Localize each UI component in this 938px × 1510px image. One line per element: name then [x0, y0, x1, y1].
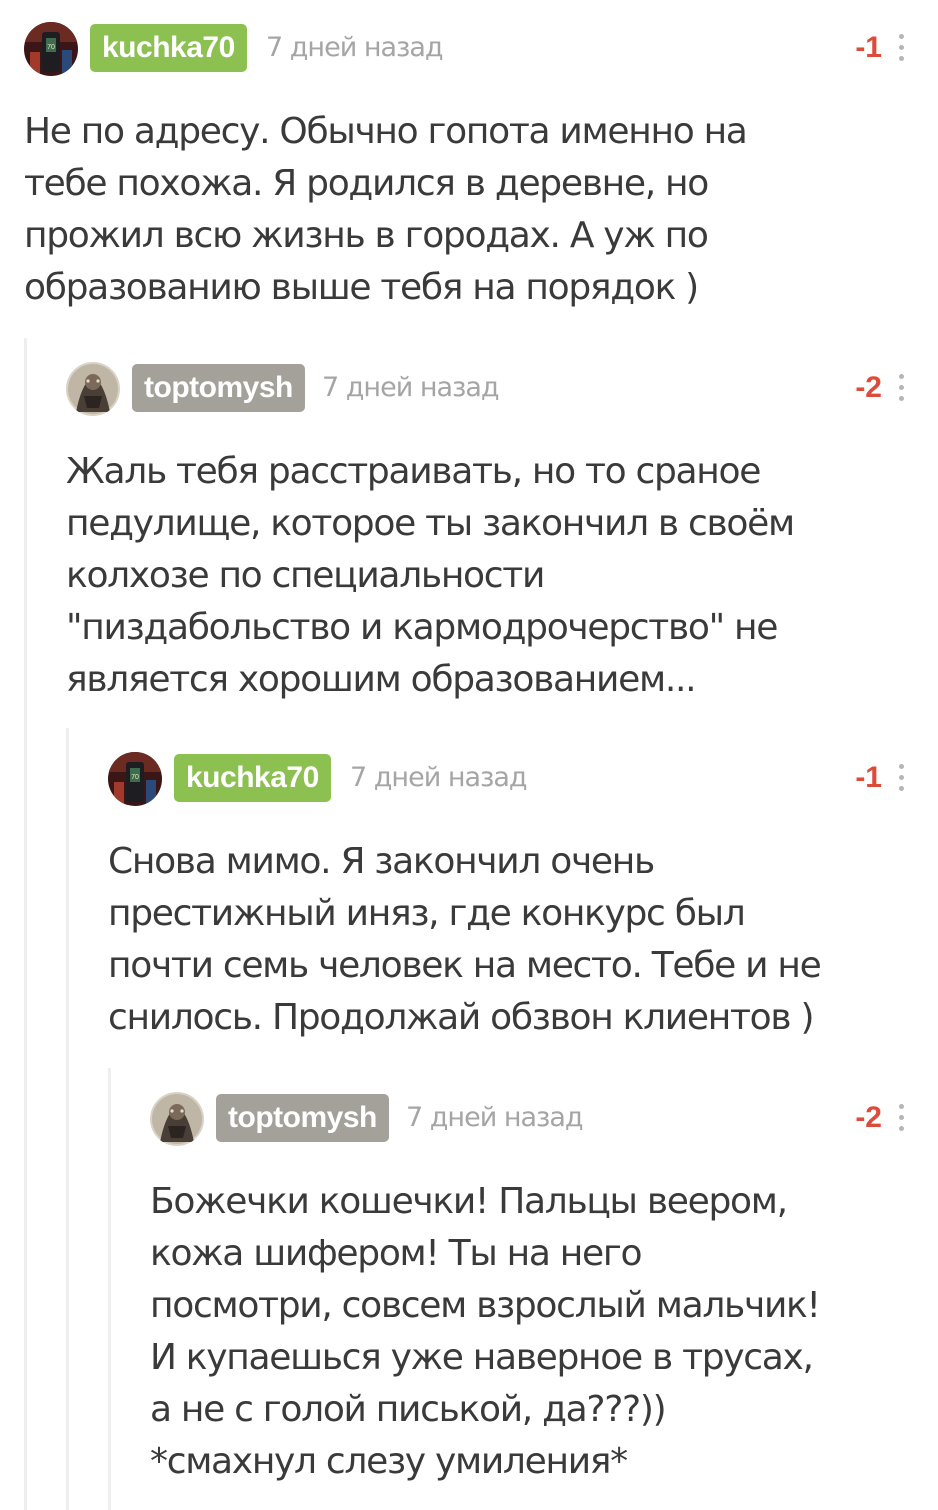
comment-rating: -2 — [855, 371, 882, 404]
more-options-icon[interactable] — [894, 30, 908, 66]
avatar-kuchka70-icon[interactable]: 70 — [108, 752, 162, 806]
comment-time: 7 дней назад — [350, 762, 528, 793]
comment-text: Не по адресу. Обычно гопота именно на те… — [24, 111, 748, 308]
comment-rating: -1 — [855, 31, 882, 64]
comment: toptomysh 7 дней назад -2 Жаль тебя расс… — [66, 358, 938, 706]
svg-text:70: 70 — [131, 774, 139, 781]
comment-time: 7 дней назад — [322, 372, 500, 403]
comment-header: toptomysh 7 дней назад -2 — [150, 1088, 938, 1154]
avatar-kuchka70-icon[interactable]: 70 — [24, 22, 78, 76]
username-badge[interactable]: kuchka70 — [90, 24, 247, 72]
thread-line-level-1[interactable] — [24, 338, 27, 1510]
comment: 70 kuchka70 7 дней назад -1 Не по адресу… — [24, 18, 938, 314]
comment-text: Божечки кошечки! Пальцы веером, кожа шиф… — [150, 1181, 821, 1482]
comment-rating: -1 — [855, 761, 882, 794]
thread-line-level-3[interactable] — [108, 1068, 111, 1510]
svg-text:70: 70 — [47, 44, 55, 51]
username-badge[interactable]: toptomysh — [216, 1094, 389, 1142]
comment-time: 7 дней назад — [406, 1102, 584, 1133]
avatar-toptomysh-icon[interactable] — [150, 1092, 204, 1146]
username-badge[interactable]: toptomysh — [132, 364, 305, 412]
comment: 70 kuchka70 7 дней назад -1 Снова мимо. … — [108, 748, 938, 1044]
comment-header: 70 kuchka70 7 дней назад -1 — [24, 18, 938, 84]
username-badge[interactable]: kuchka70 — [174, 754, 331, 802]
comment-header: 70 kuchka70 7 дней назад -1 — [108, 748, 938, 814]
comment-time: 7 дней назад — [266, 32, 444, 63]
avatar-toptomysh-icon[interactable] — [66, 362, 120, 416]
comment: toptomysh 7 дней назад -2 Божечки кошечк… — [150, 1088, 938, 1488]
comment-rating: -2 — [855, 1101, 882, 1134]
comment-text: Жаль тебя расстраивать, но то сраное пед… — [66, 451, 795, 700]
comment-text: Снова мимо. Я закончил очень престижный … — [108, 841, 822, 1038]
more-options-icon[interactable] — [894, 760, 908, 796]
thread-line-level-2[interactable] — [66, 728, 69, 1510]
comment-header: toptomysh 7 дней назад -2 — [66, 358, 938, 424]
more-options-icon[interactable] — [894, 370, 908, 406]
more-options-icon[interactable] — [894, 1100, 908, 1136]
